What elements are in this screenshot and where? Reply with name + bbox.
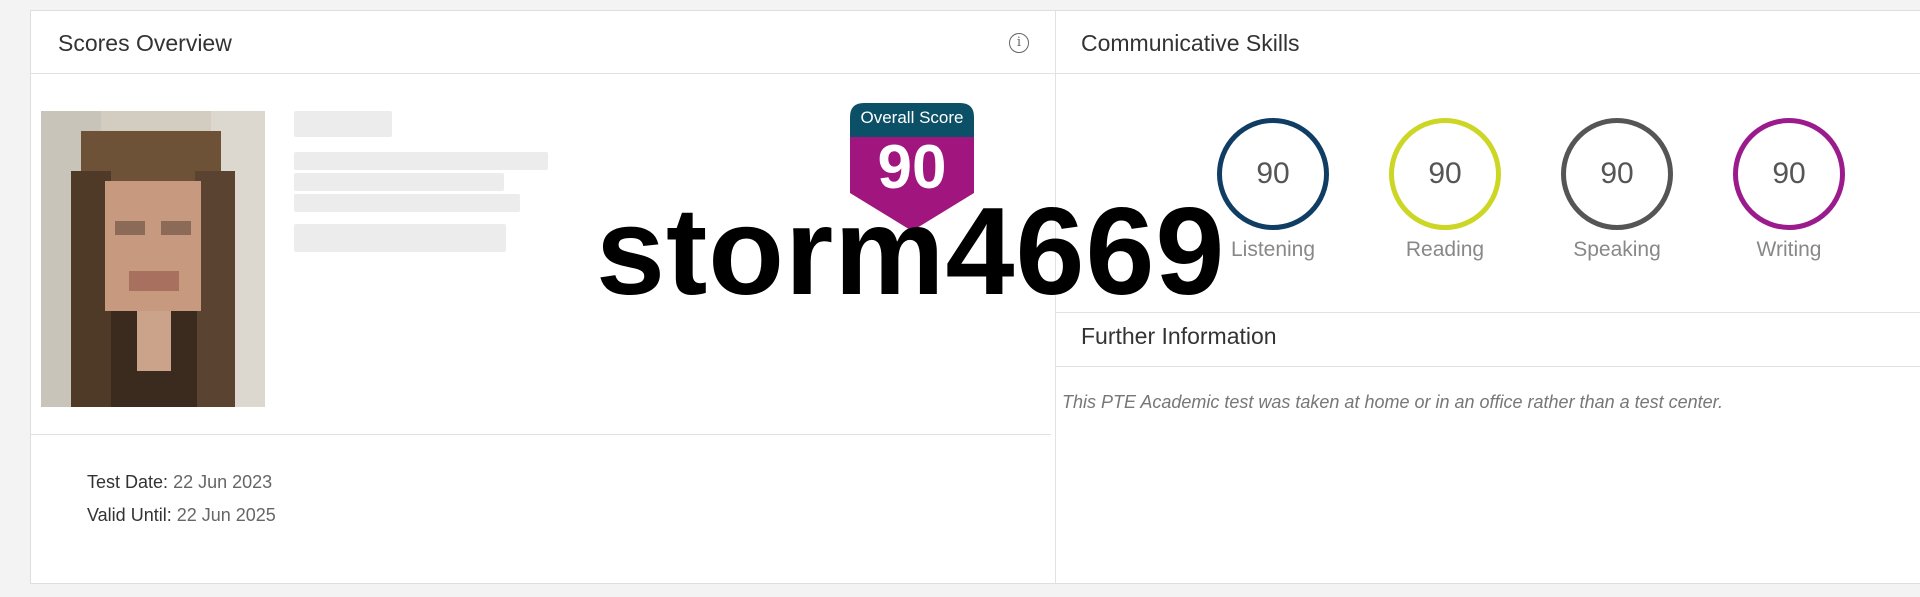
candidate-detail-redacted-4 <box>294 224 506 252</box>
further-divider <box>1056 366 1920 367</box>
speaking-label: Speaking <box>1573 238 1661 261</box>
info-circle-icon[interactable]: i <box>1009 33 1029 53</box>
valid-until-label: Valid Until <box>87 505 167 525</box>
skill-writing: 90 Writing <box>1733 118 1845 262</box>
watermark-text: storm4669 <box>596 183 1226 321</box>
candidate-photo-pixelated <box>41 111 265 407</box>
reading-score-ring: 90 <box>1389 118 1501 230</box>
further-information-text: This PTE Academic test was taken at home… <box>1062 392 1723 412</box>
reading-label: Reading <box>1405 238 1485 261</box>
candidate-detail-redacted-1 <box>294 152 548 170</box>
skill-speaking: 90 Speaking <box>1561 118 1673 262</box>
candidate-detail-redacted-3 <box>294 194 520 212</box>
scores-overview-title: Scores Overview <box>58 30 232 56</box>
candidate-name-redacted <box>294 111 392 137</box>
valid-until-value: 22 Jun 2025 <box>176 505 276 525</box>
speaking-score-ring: 90 <box>1561 118 1673 230</box>
valid-until: Valid Until: 22 Jun 2025 <box>87 505 276 525</box>
writing-score-ring: 90 <box>1733 118 1845 230</box>
test-date-value: 22 Jun 2023 <box>173 472 273 492</box>
header-divider-left <box>31 73 1055 74</box>
writing-label: Writing <box>1756 238 1822 261</box>
test-date: Test Date: 22 Jun 2023 <box>87 472 273 492</box>
further-information-title: Further Information <box>1081 323 1277 349</box>
overall-score-label: Overall Score <box>860 108 964 127</box>
profile-divider <box>31 434 1051 435</box>
skill-reading: 90 Reading <box>1389 118 1501 262</box>
candidate-photo <box>41 111 265 407</box>
listening-label: Listening <box>1230 238 1316 261</box>
communicative-skills-title: Communicative Skills <box>1081 30 1300 56</box>
listening-score-ring: 90 <box>1217 118 1329 230</box>
header-divider-right <box>1056 73 1920 74</box>
candidate-detail-redacted-2 <box>294 173 504 191</box>
skill-listening: 90 Listening <box>1217 118 1329 262</box>
test-date-label: Test Date <box>87 472 164 492</box>
